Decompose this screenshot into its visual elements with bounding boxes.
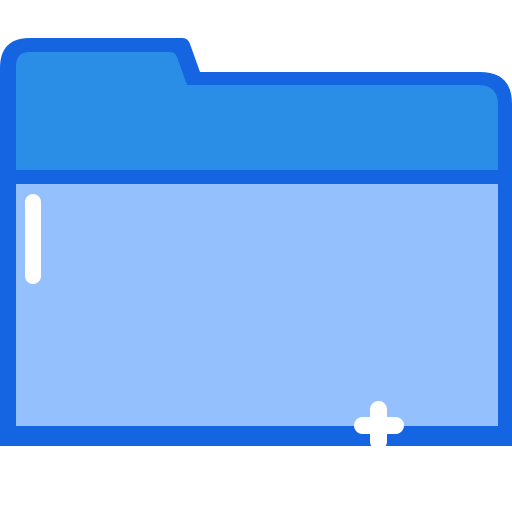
folder-divider bbox=[16, 170, 498, 184]
folder-tab bbox=[16, 52, 498, 170]
folder-add-icon bbox=[0, 38, 512, 450]
shine-stripe bbox=[25, 194, 41, 284]
folder-bottom-band bbox=[0, 426, 512, 446]
plus-horizontal-bar bbox=[354, 417, 404, 434]
folder-front-panel bbox=[16, 184, 498, 426]
folder-icon-canvas bbox=[0, 0, 512, 512]
